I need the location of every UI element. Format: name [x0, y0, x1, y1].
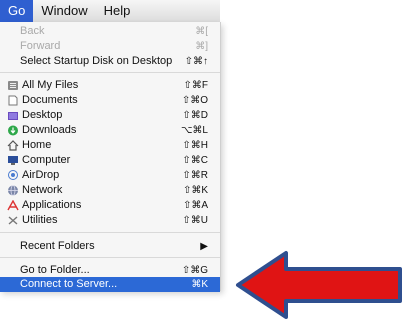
downloads-icon: [7, 125, 19, 136]
menu-item-network[interactable]: Network ⇧⌘K: [0, 183, 220, 198]
utilities-icon: [7, 215, 19, 226]
menu-item-airdrop[interactable]: AirDrop ⇧⌘R: [0, 168, 220, 183]
home-icon: [7, 140, 19, 151]
shortcut: ⇧⌘R: [182, 170, 208, 181]
go-menu-dropdown: Back ⌘[ Forward ⌘] Select Startup Disk o…: [0, 22, 221, 292]
menu-item-desktop[interactable]: Desktop ⇧⌘D: [0, 108, 220, 123]
shortcut: ⇧⌘C: [182, 155, 208, 166]
shortcut: ⇧⌘G: [181, 265, 208, 276]
menu-item-all-my-files[interactable]: All My Files ⇧⌘F: [0, 78, 220, 93]
menu-item-documents[interactable]: Documents ⇧⌘O: [0, 93, 220, 108]
all-my-files-icon: [7, 80, 19, 91]
menu-item-label: AirDrop: [22, 169, 60, 181]
shortcut: ⇧⌘F: [183, 80, 209, 91]
desktop-icon: [7, 110, 19, 121]
shortcut: ⌘K: [191, 279, 208, 290]
menu-item-label: All My Files: [22, 79, 79, 91]
applications-icon: [7, 199, 19, 211]
separator: [0, 232, 220, 233]
menu-item-label: Network: [22, 184, 63, 196]
menu-item-label: Downloads: [22, 124, 77, 136]
computer-icon: [7, 155, 19, 166]
menu-item-utilities[interactable]: Utilities ⇧⌘U: [0, 213, 220, 228]
menu-item-label: Forward: [20, 40, 61, 52]
network-icon: [7, 185, 19, 196]
menu-item-applications[interactable]: Applications ⇧⌘A: [0, 198, 220, 213]
shortcut: ⌘]: [195, 41, 208, 52]
shortcut: ⇧⌘D: [182, 110, 208, 121]
menu-item-label: Utilities: [22, 214, 58, 226]
go-menu[interactable]: Go: [0, 0, 34, 22]
shortcut: ⇧⌘↑: [184, 56, 208, 67]
shortcut: ⇧⌘U: [182, 215, 208, 226]
separator: [0, 257, 220, 258]
menu-item-label: Recent Folders: [20, 240, 95, 252]
separator: [0, 72, 220, 73]
menu-item-connect-to-server[interactable]: Connect to Server... ⌘K: [0, 277, 220, 292]
airdrop-icon: [7, 170, 19, 181]
red-arrow-icon: [236, 251, 402, 319]
menu-item-label: Desktop: [22, 109, 63, 121]
menu-item-downloads[interactable]: Downloads ⌥⌘L: [0, 123, 220, 138]
shortcut: ⇧⌘H: [182, 140, 208, 151]
window-menu[interactable]: Window: [33, 0, 95, 22]
menu-item-label: Documents: [22, 94, 78, 106]
menu-bar: Go Window Help: [0, 0, 220, 23]
menu-item-label: Select Startup Disk on Desktop: [20, 55, 173, 67]
shortcut: ⇧⌘K: [182, 185, 208, 196]
menu-item-label: Applications: [22, 199, 82, 211]
menu-item-home[interactable]: Home ⇧⌘H: [0, 138, 220, 153]
menu-item-label: Computer: [22, 154, 71, 166]
shortcut: ⇧⌘O: [181, 95, 208, 106]
menu-item-select-startup-disk[interactable]: Select Startup Disk on Desktop ⇧⌘↑: [0, 54, 220, 69]
menu-item-label: Connect to Server...: [20, 278, 118, 290]
documents-icon: [7, 95, 19, 106]
menu-item-back[interactable]: Back ⌘[: [0, 24, 220, 39]
menu-item-label: Go to Folder...: [20, 264, 90, 276]
help-menu[interactable]: Help: [96, 0, 139, 22]
menu-item-go-to-folder[interactable]: Go to Folder... ⇧⌘G: [0, 263, 220, 278]
menu-item-label: Home: [22, 139, 52, 151]
menu-item-forward[interactable]: Forward ⌘]: [0, 39, 220, 54]
menu-item-recent-folders[interactable]: Recent Folders ▶: [0, 239, 220, 254]
shortcut: ⇧⌘A: [182, 200, 208, 211]
menu-item-computer[interactable]: Computer ⇧⌘C: [0, 153, 220, 168]
submenu-arrow-icon: ▶: [200, 241, 208, 252]
shortcut: ⌘[: [195, 26, 208, 37]
menu-item-label: Back: [20, 25, 45, 37]
shortcut: ⌥⌘L: [180, 125, 208, 136]
